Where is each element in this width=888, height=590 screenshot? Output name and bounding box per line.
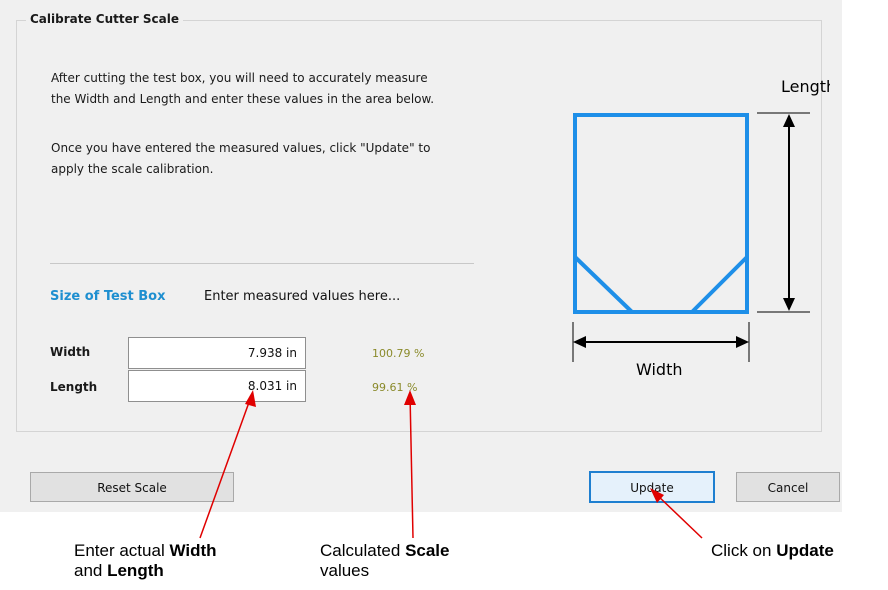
width-diagram-label: Width: [636, 360, 682, 379]
size-of-test-box-label: Size of Test Box: [50, 289, 166, 304]
callout-2-scale: Scale: [405, 541, 450, 560]
length-arrow-down: [783, 298, 795, 311]
callout-1-width: Width: [169, 541, 217, 560]
enter-values-hint: Enter measured values here...: [204, 289, 401, 304]
instruction-line-2: the Width and Length and enter these val…: [51, 92, 435, 106]
calibrate-dialog: Calibrate Cutter Scale After cutting the…: [0, 0, 842, 512]
width-label: Width: [50, 345, 91, 359]
test-box-left-corner: [573, 255, 634, 314]
cancel-button[interactable]: Cancel: [736, 472, 840, 502]
length-scale-percent: 99.61 %: [372, 381, 418, 394]
length-label: Length: [50, 380, 98, 394]
width-scale-percent: 100.79 %: [372, 347, 425, 360]
length-diagram-label: Length: [781, 77, 830, 96]
callout-2-line2: values: [320, 561, 370, 580]
update-button[interactable]: Update: [589, 471, 715, 503]
group-title: Calibrate Cutter Scale: [26, 12, 183, 26]
length-arrow-up: [783, 114, 795, 127]
callout-enter-values: Enter actual Width and Length: [74, 541, 217, 581]
callout-3-prefix: Click on: [711, 541, 777, 560]
instructions-paragraph-2: Once you have entered the measured value…: [51, 138, 551, 180]
instruction-line-3: Once you have entered the measured value…: [51, 141, 431, 155]
reset-scale-button[interactable]: Reset Scale: [30, 472, 234, 502]
width-arrow-left: [573, 336, 586, 348]
width-input[interactable]: [128, 337, 306, 369]
length-input[interactable]: [128, 370, 306, 402]
callout-click-update: Click on Update: [711, 541, 834, 561]
separator-line: [50, 263, 474, 264]
instruction-line-4: apply the scale calibration.: [51, 162, 214, 176]
callout-scale-values: Calculated Scale values: [320, 541, 450, 581]
test-box-right-corner: [690, 255, 749, 314]
instruction-line-1: After cutting the test box, you will nee…: [51, 71, 428, 85]
width-arrow-right: [736, 336, 749, 348]
callout-1-length: Length: [107, 561, 164, 580]
test-box-diagram: Length Width: [572, 77, 830, 379]
callout-1-mid: and: [74, 561, 108, 580]
callout-1-prefix: Enter actual: [74, 541, 170, 560]
callout-3-update: Update: [776, 541, 834, 560]
callout-2-prefix: Calculated: [320, 541, 406, 560]
instructions-paragraph-1: After cutting the test box, you will nee…: [51, 68, 551, 110]
